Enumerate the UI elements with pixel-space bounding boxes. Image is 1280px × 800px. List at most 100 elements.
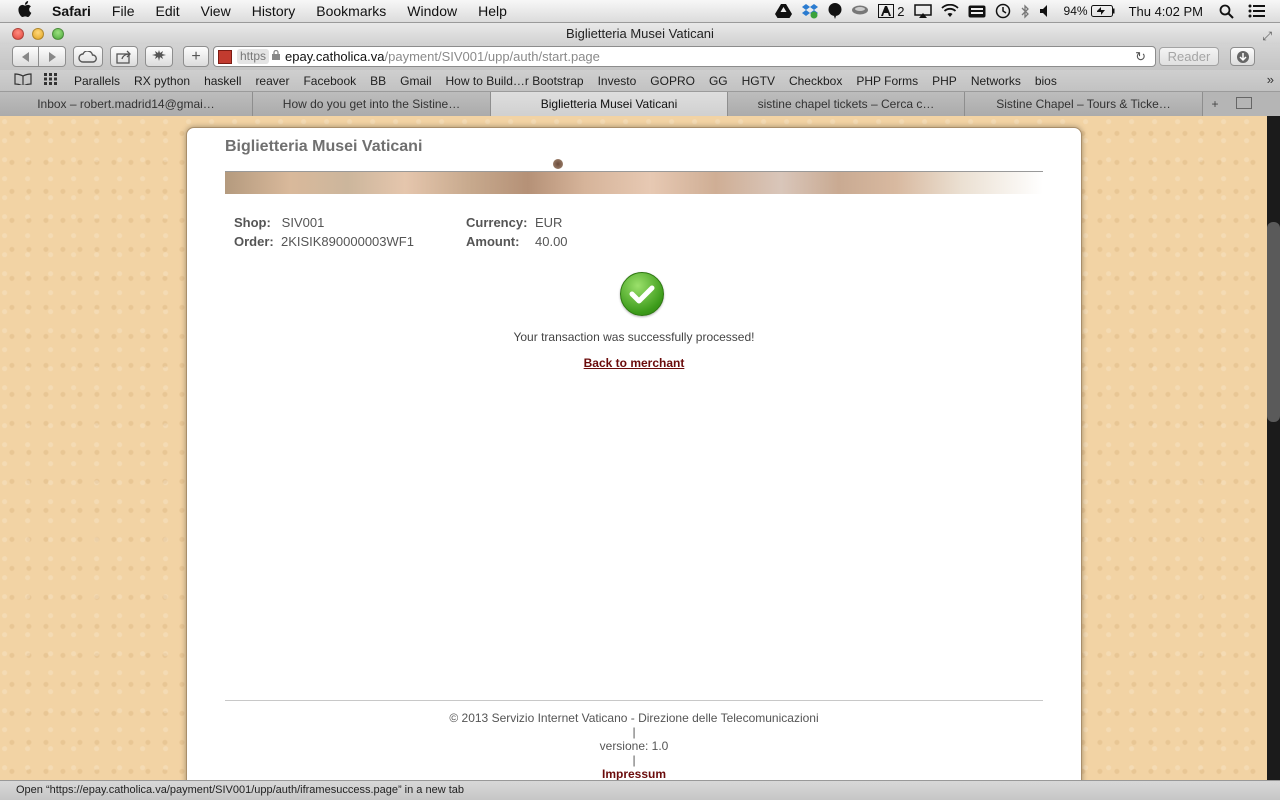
- reader-button[interactable]: Reader: [1159, 47, 1219, 66]
- menu-history[interactable]: History: [252, 3, 296, 19]
- clock[interactable]: Thu 4:02 PM: [1129, 4, 1203, 19]
- bookmark-item[interactable]: PHP: [932, 74, 957, 88]
- back-to-merchant-link[interactable]: Back to merchant: [187, 356, 1081, 370]
- order-label: Order:: [234, 234, 274, 249]
- tab-inbox[interactable]: Inbox – robert.madrid14@gmai…: [0, 92, 253, 116]
- footer-separator: |: [632, 725, 636, 739]
- google-drive-icon[interactable]: [775, 4, 793, 18]
- url-host: epay.catholica.va: [285, 49, 385, 64]
- shop-label: Shop:: [234, 215, 271, 230]
- menu-file[interactable]: File: [112, 3, 135, 19]
- airplay-icon[interactable]: [913, 4, 932, 18]
- footer-separator: |: [632, 753, 636, 767]
- menu-help[interactable]: Help: [478, 3, 507, 19]
- time-machine-icon[interactable]: [995, 3, 1011, 19]
- battery-percent[interactable]: 94%: [1064, 4, 1088, 18]
- tab-view-icon[interactable]: [1236, 97, 1252, 109]
- zoom-window-button[interactable]: [52, 28, 64, 40]
- keyboard-icon[interactable]: [968, 5, 986, 18]
- bookmark-item[interactable]: bios: [1035, 74, 1057, 88]
- menu-window[interactable]: Window: [407, 3, 457, 19]
- notification-center-icon[interactable]: [1248, 4, 1266, 18]
- menu-edit[interactable]: Edit: [155, 3, 179, 19]
- bookmark-item[interactable]: Networks: [971, 74, 1021, 88]
- site-favicon-icon: [218, 49, 232, 64]
- reading-list-icon[interactable]: [14, 73, 32, 88]
- minimize-window-button[interactable]: [32, 28, 44, 40]
- shop-value: SIV001: [281, 215, 325, 230]
- bookmarks-bar: Parallels RX python haskell reaver Faceb…: [0, 70, 1280, 92]
- new-tab-icon[interactable]: +: [1203, 92, 1227, 116]
- balloon-icon[interactable]: [828, 3, 842, 19]
- wifi-icon[interactable]: [940, 4, 959, 18]
- bookmark-item[interactable]: Facebook: [303, 74, 356, 88]
- currency-value: EUR: [535, 215, 563, 230]
- add-bookmark-button[interactable]: +: [183, 46, 209, 67]
- tab-sistine-question[interactable]: How do you get into the Sistine…: [253, 92, 491, 116]
- reload-icon[interactable]: ↻: [1135, 49, 1146, 65]
- download-icon: [1236, 50, 1249, 63]
- window-controls: [12, 28, 64, 40]
- bookmark-item[interactable]: PHP Forms: [856, 74, 918, 88]
- url-scheme: https: [237, 49, 270, 64]
- menu-safari[interactable]: Safari: [52, 3, 91, 19]
- bookmark-item[interactable]: Gmail: [400, 74, 431, 88]
- page-title: Biglietteria Musei Vaticani: [225, 138, 423, 155]
- crest-icon: [553, 159, 563, 169]
- back-button[interactable]: [12, 46, 39, 67]
- bookmark-item[interactable]: HGTV: [742, 74, 775, 88]
- bookmark-item[interactable]: BB: [370, 74, 386, 88]
- spotlight-icon[interactable]: [1219, 4, 1234, 19]
- amount-label: Amount:: [466, 234, 520, 249]
- amount-value: 40.00: [535, 234, 568, 249]
- navigation-buttons: [12, 46, 66, 67]
- forward-button[interactable]: [39, 46, 66, 67]
- currency-label: Currency:: [466, 215, 528, 230]
- url-path: /payment/SIV001/upp/auth/start.page: [384, 49, 600, 64]
- volume-icon[interactable]: [1039, 4, 1055, 18]
- tab-biglietteria[interactable]: Biglietteria Musei Vaticani: [491, 92, 728, 116]
- adobe-icon[interactable]: 2: [878, 3, 905, 19]
- menu-bar: Safari File Edit View History Bookmarks …: [0, 0, 1280, 23]
- menu-bookmarks[interactable]: Bookmarks: [316, 3, 386, 19]
- menu-view[interactable]: View: [201, 3, 231, 19]
- apple-menu-icon[interactable]: [18, 1, 38, 21]
- bookmark-item[interactable]: RX python: [134, 74, 190, 88]
- tab-bar: Inbox – robert.madrid14@gmai… How do you…: [0, 92, 1280, 117]
- tab-sistine-search[interactable]: sistine chapel tickets – Cerca c…: [728, 92, 965, 116]
- bookmark-item[interactable]: Parallels: [74, 74, 120, 88]
- back-arrow-icon: [21, 51, 29, 62]
- downloads-button[interactable]: [1230, 47, 1255, 66]
- close-window-button[interactable]: [12, 28, 24, 40]
- order-value: 2KISIK890000003WF1: [280, 234, 414, 249]
- icloud-tabs-button[interactable]: [73, 46, 103, 67]
- bookmark-item[interactable]: GOPRO: [650, 74, 695, 88]
- bookmark-item[interactable]: reaver: [255, 74, 289, 88]
- dropbox-icon[interactable]: [801, 3, 819, 19]
- more-bookmarks-icon[interactable]: »: [1267, 72, 1274, 87]
- currency-amount-info: Currency: EUR Amount: 40.00: [466, 213, 568, 251]
- window-edge: [1267, 116, 1280, 780]
- bookmark-item[interactable]: Investo: [598, 74, 637, 88]
- vertical-scrollbar[interactable]: [1267, 222, 1280, 422]
- web-content: Biglietteria Musei Vaticani Shop: SIV001…: [0, 116, 1267, 780]
- bookmark-item[interactable]: How to Build…r Bootstrap: [446, 74, 584, 88]
- address-bar[interactable]: https epay.catholica.va/payment/SIV001/u…: [213, 46, 1156, 67]
- bluetooth-icon[interactable]: [1020, 3, 1030, 19]
- adobe-count: 2: [897, 3, 905, 19]
- top-sites-icon[interactable]: [44, 73, 58, 88]
- teacup-icon[interactable]: [851, 5, 869, 17]
- success-checkmark-icon: [620, 272, 664, 316]
- impressum-link[interactable]: Impressum: [187, 767, 1081, 780]
- bookmark-item[interactable]: GG: [709, 74, 728, 88]
- battery-icon[interactable]: [1090, 5, 1115, 17]
- cloud-icon: [78, 50, 97, 63]
- bookmark-item[interactable]: haskell: [204, 74, 241, 88]
- browser-toolbar: + https epay.catholica.va/payment/SIV001…: [0, 44, 1280, 70]
- status-menus: 2 94% Thu 4:02 PM: [766, 0, 1280, 22]
- status-bar: Open “https://epay.catholica.va/payment/…: [0, 780, 1280, 800]
- tab-sistine-tours[interactable]: Sistine Chapel – Tours & Ticke…: [965, 92, 1203, 116]
- bookmark-item[interactable]: Checkbox: [789, 74, 842, 88]
- share-button[interactable]: [110, 46, 138, 67]
- extension-button[interactable]: [145, 46, 173, 67]
